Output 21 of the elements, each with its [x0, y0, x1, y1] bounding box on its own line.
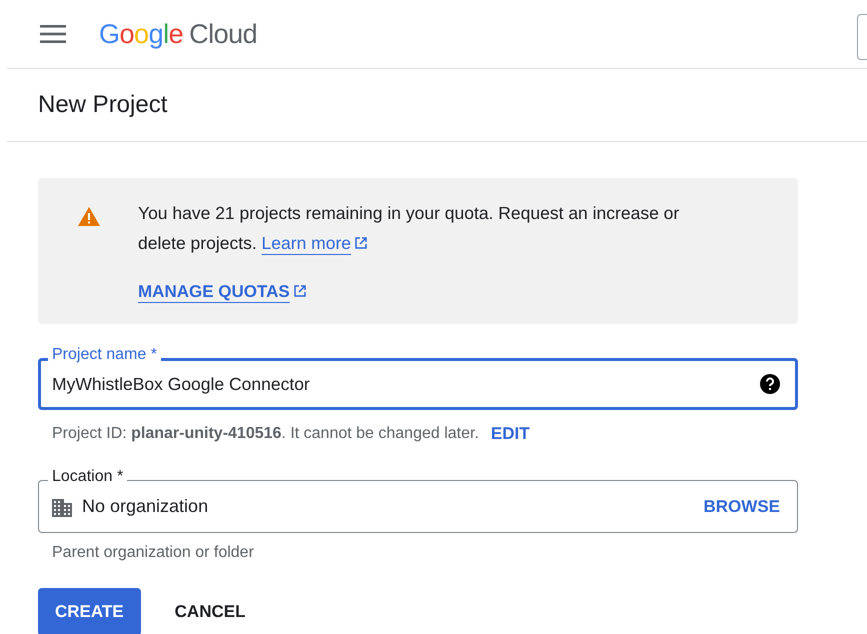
location-hint: Parent organization or folder [52, 544, 255, 562]
external-link-icon[interactable] [292, 284, 307, 298]
menu-icon[interactable] [40, 25, 66, 43]
cancel-button[interactable]: CANCEL [156, 588, 264, 634]
create-button[interactable]: CREATE [38, 588, 141, 634]
external-link-icon[interactable] [354, 236, 368, 250]
manage-quotas-link[interactable]: MANAGE QUOTAS [138, 282, 307, 302]
google-cloud-logo[interactable]: Google Cloud [99, 18, 258, 50]
project-name-field[interactable]: Project name * MyWhistleBox Google Connector [38, 346, 798, 410]
project-id-text: Project ID: planar-unity-410516. It cannot be changed later. [52, 425, 479, 443]
location-field[interactable]: Location * No organization BROWSE [38, 468, 798, 533]
location-value: No organization [82, 496, 210, 517]
building-icon [52, 496, 72, 516]
help-icon[interactable] [760, 374, 780, 394]
field-label: Project name * [48, 346, 161, 364]
page-title: New Project [38, 91, 168, 119]
warning-icon [78, 207, 100, 226]
edit-button[interactable]: EDIT [490, 424, 530, 444]
browse-button[interactable]: BROWSE [704, 496, 780, 516]
quota-message: You have 21 projects remaining in your quota. Request an increase or delete projects. Learn more [138, 202, 680, 255]
learn-more-link[interactable]: Learn more [262, 233, 368, 253]
